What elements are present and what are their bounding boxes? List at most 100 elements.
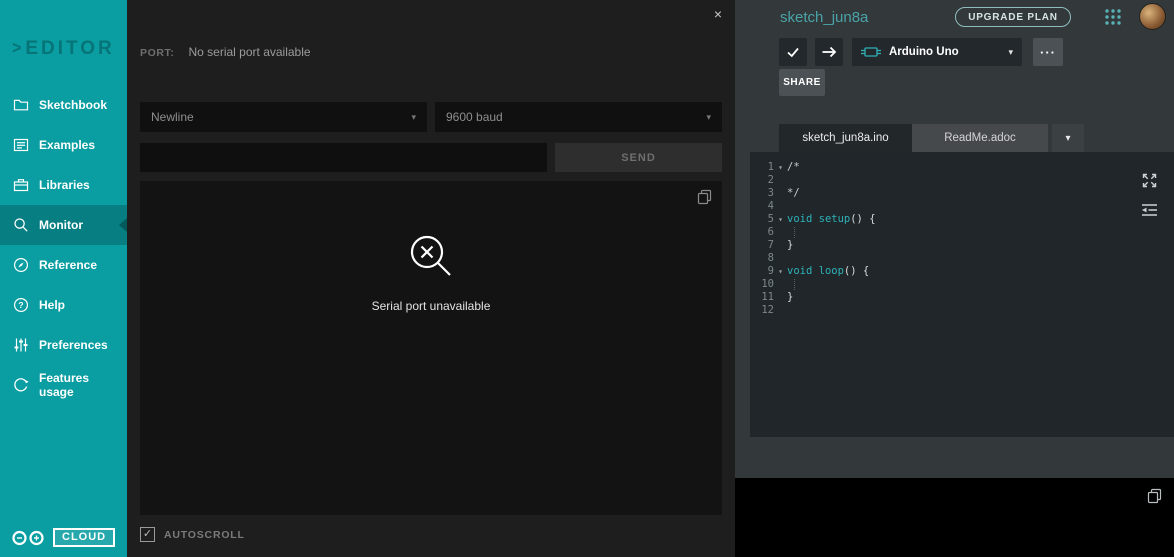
- sidebar-item-reference[interactable]: Reference: [0, 245, 127, 285]
- empty-state: Serial port unavailable: [140, 233, 722, 313]
- code-line: 12: [750, 304, 1174, 317]
- code-text: /*: [787, 161, 800, 173]
- sidebar-item-label: Sketchbook: [39, 98, 108, 112]
- monitor-magnifier-icon: [13, 217, 29, 233]
- line-ending-select[interactable]: Newline ▾: [140, 102, 427, 132]
- line-number: 10: [761, 278, 774, 290]
- port-label: PORT:: [140, 47, 175, 59]
- board-name: Arduino Uno: [889, 46, 959, 58]
- tab-list-chevron-icon[interactable]: ▾: [1052, 124, 1084, 152]
- console-output: [735, 478, 1174, 557]
- code-line: 3 */: [750, 187, 1174, 200]
- code-line: 4: [750, 200, 1174, 213]
- code-line: 10: [750, 278, 1174, 291]
- code-text: [787, 278, 795, 291]
- verify-button[interactable]: [779, 38, 807, 66]
- line-number: 8: [767, 252, 774, 264]
- autoformat-icon[interactable]: [1141, 202, 1158, 218]
- fold-chevron-icon: [774, 252, 787, 265]
- examples-icon: [13, 137, 29, 153]
- code-line: 8: [750, 252, 1174, 265]
- fold-chevron-icon[interactable]: ▾: [774, 161, 787, 174]
- more-options-icon[interactable]: ···: [1033, 38, 1063, 66]
- sidebar-item-monitor[interactable]: Monitor: [0, 205, 127, 245]
- chevron-down-icon: ▾: [411, 111, 416, 122]
- fold-chevron-icon: [774, 278, 787, 291]
- tab-bar: sketch_jun8a.ino ReadMe.adoc ▾: [735, 124, 1174, 152]
- folder-icon: [13, 97, 29, 113]
- sidebar-item-help[interactable]: ? Help: [0, 285, 127, 325]
- baud-rate-value: 9600 baud: [446, 110, 503, 124]
- port-status: No serial port available: [188, 45, 311, 59]
- sidebar-item-features-usage[interactable]: Features usage: [0, 365, 127, 405]
- line-number: 11: [761, 291, 774, 303]
- code-text: [787, 226, 795, 239]
- fullscreen-icon[interactable]: [1141, 172, 1158, 189]
- fold-chevron-icon[interactable]: ▾: [774, 213, 787, 226]
- autoscroll-checkbox[interactable]: ✓: [140, 527, 155, 542]
- line-number: 12: [761, 304, 774, 316]
- sidebar-item-sketchbook[interactable]: Sketchbook: [0, 85, 127, 125]
- magnifier-x-icon: [408, 233, 454, 279]
- features-usage-icon: [13, 377, 29, 393]
- line-number: 9: [767, 265, 774, 277]
- copy-icon[interactable]: [1147, 488, 1162, 509]
- empty-state-text: Serial port unavailable: [371, 299, 491, 313]
- indent-guide: [794, 226, 795, 238]
- fold-chevron-icon: [774, 304, 787, 317]
- code-line: 1 ▾/*: [750, 161, 1174, 174]
- sidebar-item-examples[interactable]: Examples: [0, 125, 127, 165]
- fold-chevron-icon: [774, 200, 787, 213]
- close-icon[interactable]: ×: [714, 7, 722, 21]
- indent-guide: [794, 278, 795, 290]
- sidebar-item-libraries[interactable]: Libraries: [0, 165, 127, 205]
- tab-sketch-ino[interactable]: sketch_jun8a.ino: [779, 124, 912, 152]
- sidebar-item-label: Preferences: [39, 338, 108, 352]
- code-editor[interactable]: 1 ▾/* 2 3 */4 5 ▾ void setup() {6 7} 8 9 ▾ void loop…: [750, 152, 1174, 437]
- upgrade-plan-button[interactable]: UPGRADE PLAN: [955, 7, 1071, 27]
- apps-grid-icon[interactable]: [1104, 8, 1122, 31]
- fold-chevron-icon: [774, 226, 787, 239]
- board-select[interactable]: Arduino Uno ▾: [852, 38, 1022, 66]
- code-line: 7}: [750, 239, 1174, 252]
- sketch-title: sketch_jun8a: [780, 9, 869, 26]
- code-line: 11}: [750, 291, 1174, 304]
- copy-icon[interactable]: [697, 189, 712, 210]
- code-line: 2: [750, 174, 1174, 187]
- code-line: 9 ▾ void loop() {: [750, 265, 1174, 278]
- fold-chevron-icon: [774, 174, 787, 187]
- sidebar-item-preferences[interactable]: Preferences: [0, 325, 127, 365]
- help-icon: ?: [13, 297, 29, 313]
- send-row: SEND: [140, 143, 722, 172]
- board-icon: [861, 46, 881, 58]
- line-ending-value: Newline: [151, 110, 194, 124]
- code-line: 6: [750, 226, 1174, 239]
- cloud-badge: CLOUD: [53, 528, 116, 547]
- serial-message-input[interactable]: [140, 143, 547, 172]
- sidebar-nav: Sketchbook Examples Libraries Monitor Re…: [0, 85, 127, 405]
- baud-rate-select[interactable]: 9600 baud ▾: [435, 102, 722, 132]
- arrow-right-icon: [822, 46, 837, 58]
- libraries-icon: [13, 177, 29, 193]
- sidebar-item-label: Monitor: [39, 218, 83, 232]
- line-number: 5: [767, 213, 774, 225]
- line-number: 6: [767, 226, 774, 238]
- fold-chevron-icon[interactable]: ▾: [774, 265, 787, 278]
- code-text: }: [787, 239, 794, 251]
- send-button[interactable]: SEND: [555, 143, 722, 172]
- line-number: 2: [767, 174, 774, 186]
- fold-chevron-icon: [774, 239, 787, 252]
- autoscroll-label: AUTOSCROLL: [164, 528, 245, 541]
- svg-text:?: ?: [18, 300, 23, 310]
- sidebar-item-label: Help: [39, 298, 66, 312]
- share-button[interactable]: SHARE: [779, 69, 825, 96]
- brand-label: EDITOR: [25, 38, 115, 59]
- editor-actions: [1141, 172, 1158, 218]
- sidebar-item-label: Libraries: [39, 178, 90, 192]
- upload-button[interactable]: [815, 38, 843, 66]
- tab-readme-adoc[interactable]: ReadMe.adoc: [912, 124, 1048, 152]
- fold-chevron-icon: [774, 187, 787, 200]
- user-avatar[interactable]: [1139, 3, 1166, 30]
- sidebar: > EDITOR Sketchbook Examples Libraries M…: [0, 0, 127, 557]
- line-number: 3: [767, 187, 774, 199]
